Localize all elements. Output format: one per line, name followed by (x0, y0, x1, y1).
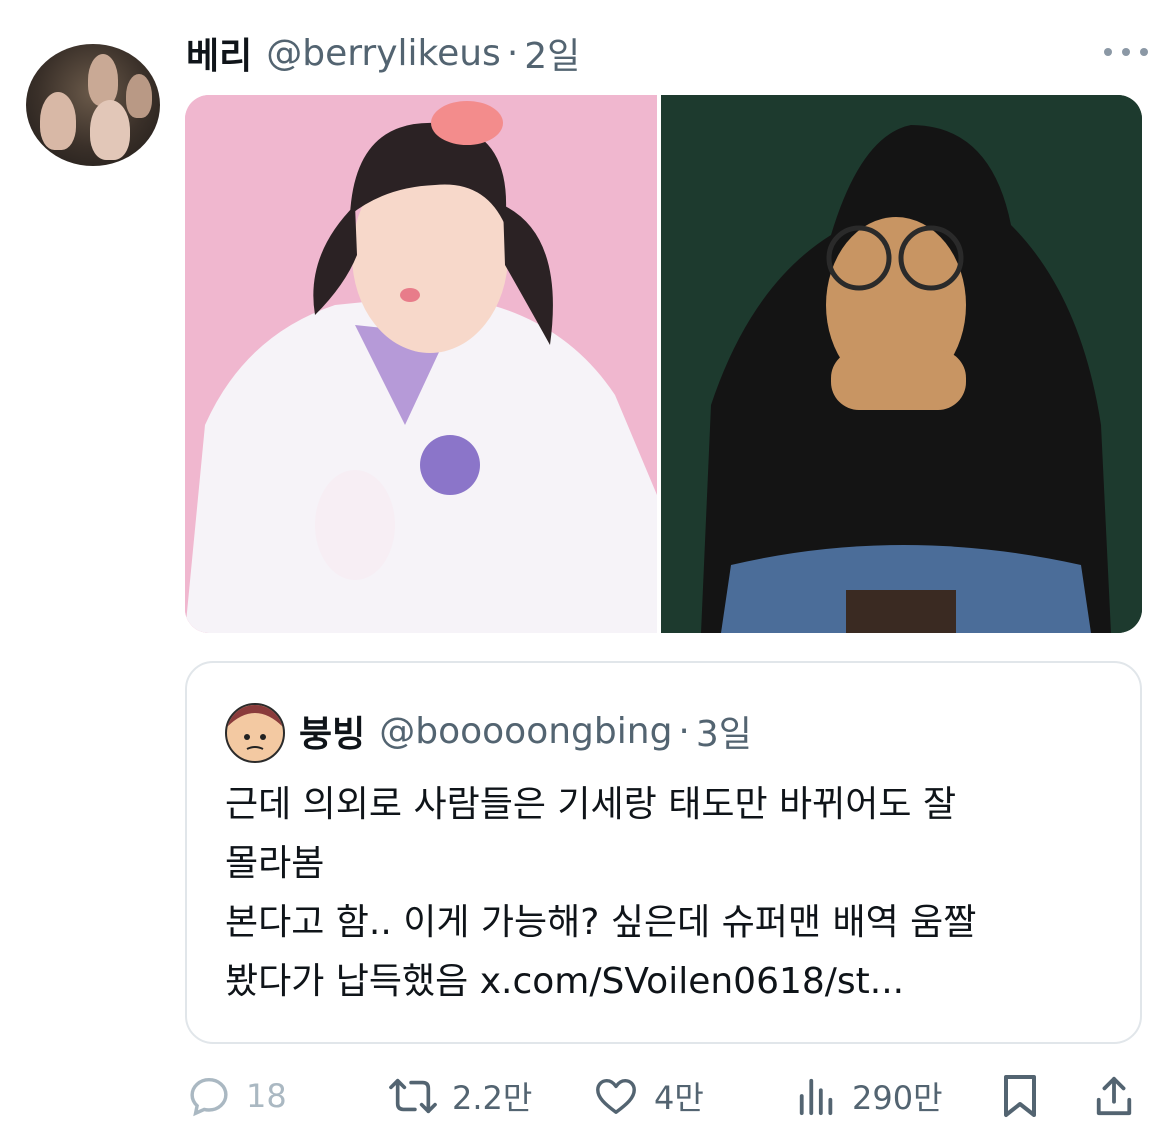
photo-hoodie-green-illustration (661, 95, 1142, 633)
like-count: 4만 (654, 1079, 704, 1117)
tweet-media[interactable] (185, 95, 1142, 633)
quoted-tweet[interactable]: 붕빙 @booooongbing · 3일 근데 의외로 사람들은 기세랑 태도… (185, 661, 1142, 1044)
views-button[interactable]: 290만 (796, 1070, 943, 1122)
reply-count: 18 (246, 1077, 287, 1115)
quoted-text-line: 본다고 함.. 이게 가능해? 싶은데 슈퍼맨 배역 움짤 (225, 902, 977, 943)
photo-girl-pink-illustration (185, 95, 657, 633)
separator-dot: · (506, 32, 519, 74)
share-button[interactable] (1093, 1070, 1135, 1122)
reply-button[interactable]: 18 (186, 1070, 287, 1122)
bookmark-icon (1004, 1075, 1036, 1117)
tweet-action-bar: 18 2.2만 4만 290만 (0, 1064, 1170, 1128)
author-handle[interactable]: @berrylikeus (266, 33, 501, 74)
quoted-tweet-text: 근데 의외로 사람들은 기세랑 태도만 바뀌어도 잘 몰라봄 본다고 함.. 이… (225, 775, 1105, 1011)
quoted-tweet-header: 붕빙 @booooongbing · 3일 (299, 707, 752, 756)
quoted-text-line: 몰라봄 (225, 843, 325, 884)
media-photo-right[interactable] (661, 95, 1142, 633)
views-icon (799, 1078, 833, 1116)
tweet-timestamp[interactable]: 2일 (524, 27, 580, 79)
views-count: 290만 (852, 1079, 943, 1117)
separator-dot: · (678, 710, 690, 752)
retweet-icon (389, 1078, 437, 1114)
quoted-author-avatar (225, 703, 285, 763)
quoted-text-line: 봤다가 납득했음 x.com/SVoilen0618/st... (225, 961, 905, 1002)
reply-icon (190, 1077, 228, 1117)
bookmark-button[interactable] (1000, 1070, 1040, 1122)
quoted-author-handle: @booooongbing (379, 710, 673, 752)
media-photo-left[interactable] (185, 95, 657, 633)
author-avatar[interactable] (26, 44, 160, 166)
retweet-button[interactable]: 2.2만 (388, 1070, 532, 1122)
tweet-header: 베리 @berrylikeus · 2일 (186, 27, 580, 79)
quoted-tweet-timestamp: 3일 (695, 714, 752, 755)
quoted-text-line: 근데 의외로 사람들은 기세랑 태도만 바뀌어도 잘 (225, 784, 957, 825)
more-horizontal-icon[interactable] (1104, 34, 1148, 70)
share-icon (1096, 1076, 1132, 1116)
heart-icon (596, 1078, 636, 1115)
like-button[interactable]: 4만 (592, 1070, 704, 1122)
quoted-author-name: 붕빙 (299, 714, 366, 755)
author-name[interactable]: 베리 (186, 27, 252, 79)
retweet-count: 2.2만 (452, 1079, 533, 1117)
